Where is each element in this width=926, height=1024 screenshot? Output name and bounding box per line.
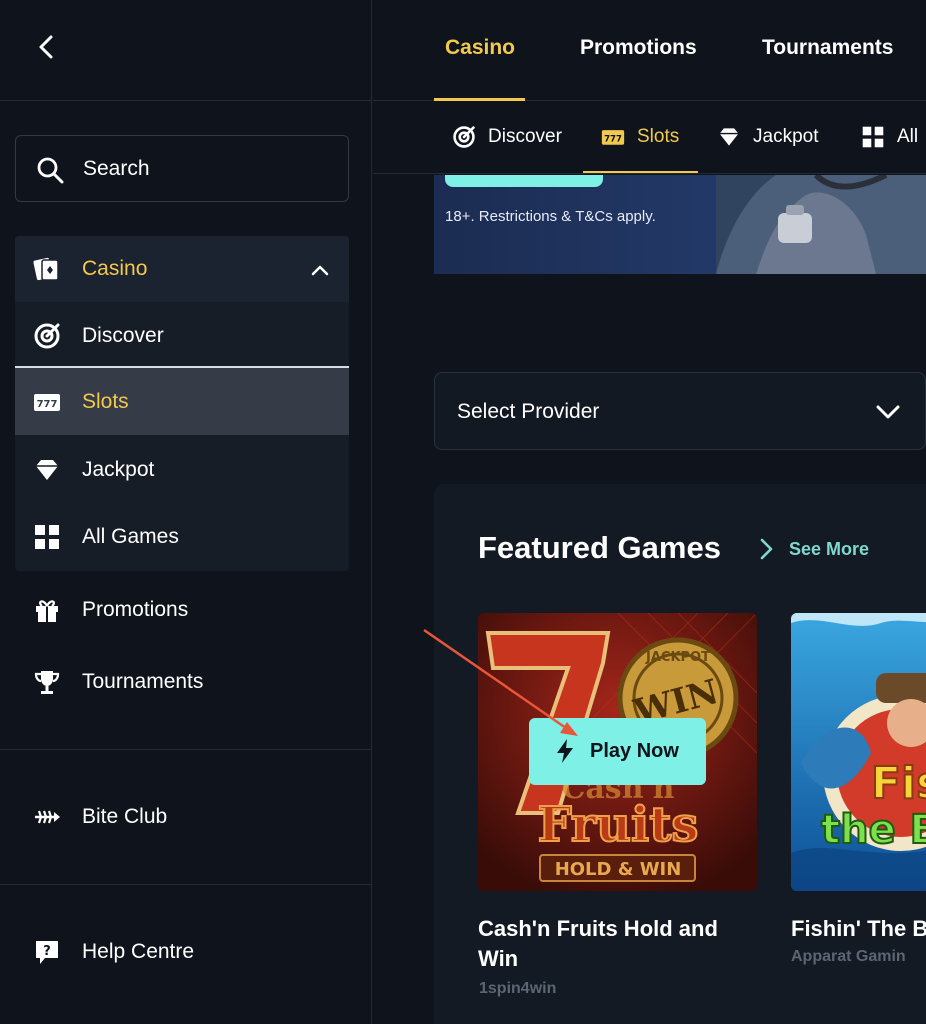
help-centre-label: Help Centre [82, 940, 195, 963]
fishbone-icon [35, 810, 60, 824]
art-hold-win-text: HOLD & WIN [555, 859, 682, 880]
active-tab-indicator [434, 98, 525, 101]
svg-text:777: 777 [37, 399, 58, 410]
search-label: Search [83, 157, 150, 180]
back-row [0, 0, 372, 101]
sidebar: Search Casino Discover 777 Slots Jackpot… [0, 0, 372, 1024]
subtab-discover-label: Discover [488, 126, 562, 147]
subtab-slots-label: Slots [637, 126, 680, 147]
art-jackpot-text: JACKPOT [645, 650, 710, 665]
banner-character-art [716, 175, 926, 274]
game-title-line1[interactable]: Cash'n Fruits Hold and [478, 914, 718, 944]
sidebar-item-casino[interactable]: Casino [15, 236, 349, 302]
diamond-icon [36, 460, 58, 480]
promo-banner[interactable]: 18+. Restrictions & T&Cs apply. [434, 175, 926, 274]
divider [0, 884, 372, 885]
see-more-label: See More [789, 539, 870, 559]
chevron-up-icon[interactable] [310, 260, 330, 280]
game-provider: Apparat Gamin [791, 948, 906, 965]
discover-label: Discover [82, 324, 164, 347]
bite-club-label: Bite Club [82, 805, 168, 828]
back-arrow-icon[interactable] [34, 34, 60, 60]
play-now-label: Play Now [590, 740, 679, 762]
tab-tournaments[interactable]: Tournaments [762, 36, 893, 60]
casino-sub-nav: Discover 777 Slots Jackpot All [373, 102, 926, 174]
sidebar-item-promotions[interactable]: Promotions [0, 580, 372, 640]
subtab-jackpot-label: Jackpot [753, 126, 819, 147]
divider [0, 749, 372, 750]
sidebar-item-bite-club[interactable]: Bite Club [0, 787, 372, 847]
art-the-big-text: the Bi [821, 807, 926, 853]
diamond-icon [719, 128, 739, 146]
slots-label: Slots [82, 390, 129, 413]
trophy-icon [34, 671, 60, 694]
art-fish-text: Fish [871, 758, 926, 809]
game-card-fishin-the-big[interactable]: Fish the Bi [791, 613, 926, 891]
sidebar-item-discover[interactable]: Discover [15, 302, 349, 369]
cards-icon [33, 257, 59, 281]
banner-cta-button[interactable] [445, 175, 603, 187]
search-icon [37, 157, 64, 184]
banner-terms: 18+. Restrictions & T&Cs apply. [445, 208, 656, 225]
chevron-down-icon [876, 405, 900, 419]
grid-icon [862, 126, 884, 148]
gift-icon [36, 600, 58, 622]
tab-casino[interactable]: Casino [445, 36, 515, 60]
art-fruits-text: Fruits [538, 797, 699, 853]
all-games-label: All Games [82, 525, 179, 548]
game-art-fishin: Fish the Bi [791, 613, 926, 891]
game-title[interactable]: Fishin' The B [791, 914, 926, 944]
jackpot-label: Jackpot [82, 458, 155, 481]
play-now-button[interactable]: Play Now [529, 718, 706, 785]
search-input[interactable]: Search [15, 135, 349, 202]
chevron-right-icon [760, 538, 773, 560]
promotions-label: Promotions [82, 598, 189, 621]
top-nav: Casino Promotions Tournaments [373, 0, 926, 101]
tournaments-label: Tournaments [82, 670, 204, 693]
active-subtab-indicator [583, 171, 698, 173]
game-title-line2[interactable]: Win [478, 944, 518, 974]
help-icon: ? [36, 941, 58, 964]
sidebar-item-all-games[interactable]: All Games [15, 503, 349, 570]
lightning-icon [557, 739, 573, 763]
casino-menu-group: Casino Discover 777 Slots Jackpot All Ga… [15, 236, 349, 571]
slot-machine-icon: 777 [601, 130, 625, 145]
casino-label: Casino [82, 257, 148, 280]
grid-icon [35, 525, 59, 549]
sidebar-item-slots[interactable]: 777 Slots [15, 368, 349, 435]
subtab-all-label: All [897, 126, 919, 147]
provider-select[interactable]: Select Provider [434, 372, 926, 450]
featured-games-title: Featured Games [478, 530, 721, 565]
game-provider: 1spin4win [479, 980, 557, 997]
sidebar-item-tournaments[interactable]: Tournaments [0, 652, 372, 712]
slot-machine-icon: 777 [34, 394, 60, 411]
sidebar-item-jackpot[interactable]: Jackpot [15, 436, 349, 503]
svg-text:?: ? [43, 944, 51, 959]
sidebar-item-help-centre[interactable]: ? Help Centre [0, 922, 372, 982]
target-icon [453, 126, 475, 148]
provider-select-label: Select Provider [457, 400, 600, 423]
target-icon [34, 323, 60, 349]
tab-promotions[interactable]: Promotions [580, 36, 697, 60]
featured-games-section: Featured Games See More JACKPOT WIN Cash… [434, 484, 926, 1024]
svg-text:777: 777 [604, 134, 622, 144]
